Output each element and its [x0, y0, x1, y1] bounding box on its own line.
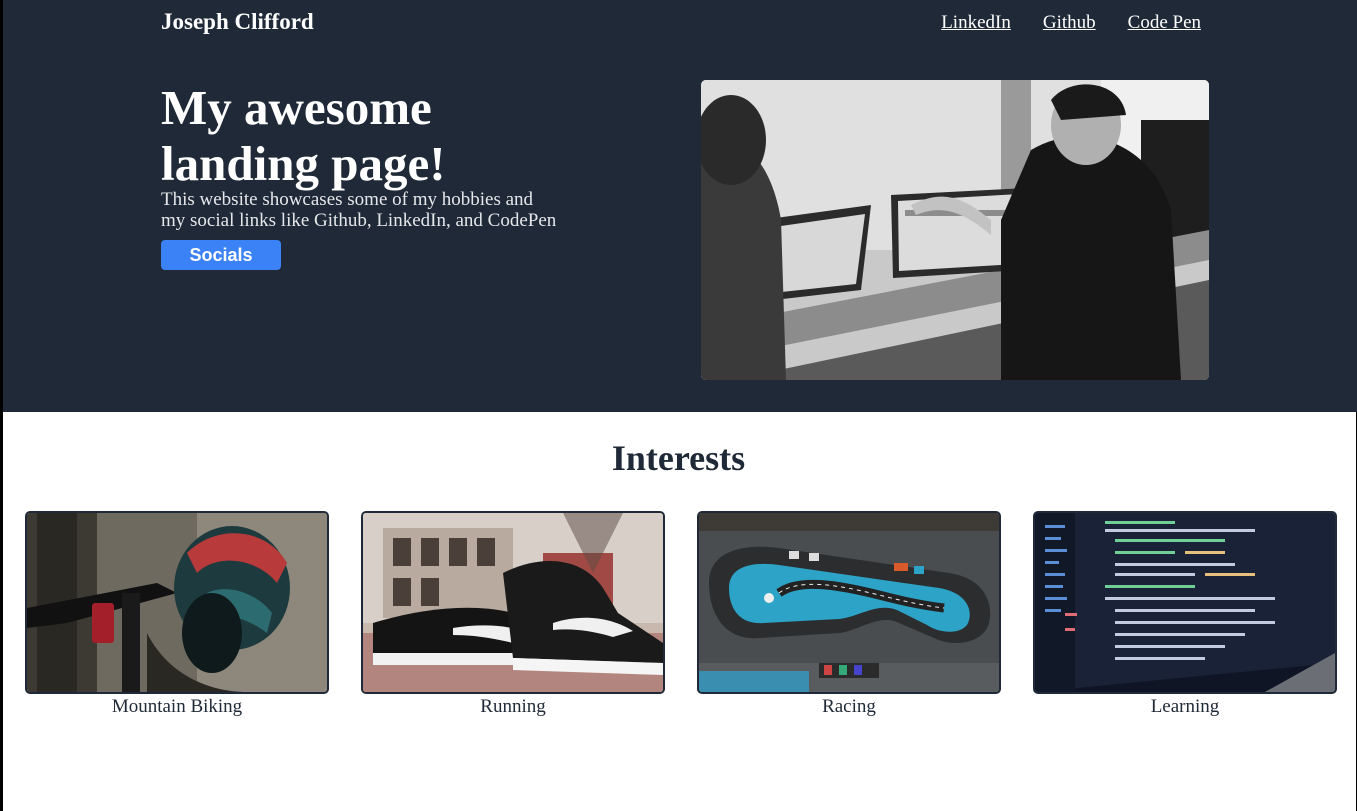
nav-link-linkedin[interactable]: LinkedIn [941, 12, 1011, 34]
interest-image [1033, 511, 1337, 694]
interest-card-running[interactable]: Running [361, 511, 665, 718]
socials-button[interactable]: Socials [161, 240, 281, 270]
nav-links: LinkedIn Github Code Pen [941, 12, 1201, 34]
site-brand: Joseph Clifford [161, 9, 314, 34]
interest-card-mountain-biking[interactable]: Mountain Biking [25, 511, 329, 718]
hero-image [701, 80, 1209, 380]
nav-link-codepen[interactable]: Code Pen [1128, 12, 1201, 34]
hero-subtitle: This website showcases some of my hobbie… [161, 189, 557, 231]
hero-title: My awesome landing page! [161, 80, 446, 191]
hero-section: Joseph Clifford LinkedIn Github Code Pen… [3, 0, 1357, 412]
interest-card-learning[interactable]: Learning [1033, 511, 1337, 718]
interest-image [361, 511, 665, 694]
interest-image [697, 511, 1001, 694]
interests-heading: Interests [611, 438, 746, 478]
interest-label: Learning [1150, 696, 1220, 717]
interest-card-racing[interactable]: Racing [697, 511, 1001, 718]
interest-label: Running [480, 696, 546, 717]
interest-label: Racing [822, 696, 876, 717]
nav-link-github[interactable]: Github [1043, 12, 1096, 34]
interest-label: Mountain Biking [111, 696, 243, 717]
interest-image [25, 511, 329, 694]
